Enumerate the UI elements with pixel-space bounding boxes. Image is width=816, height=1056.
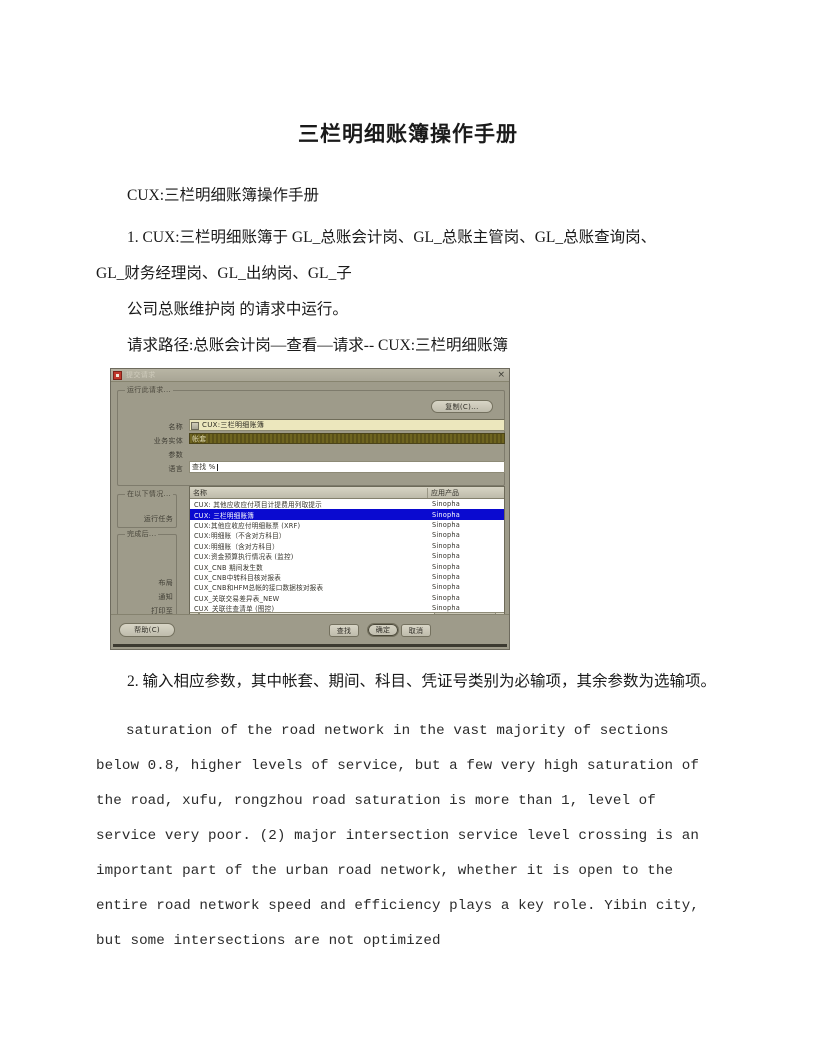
label-notify: 通知 [158,593,173,601]
english-line-4: service very poor. (2) major intersectio… [96,828,699,844]
lov-cell-name: CUX_CNB和HFM总帐的接口数据核对报表 [194,584,324,593]
help-button[interactable]: 帮助(C) [119,623,175,637]
lov-cell-product: Sinopha [432,583,461,592]
lov-cell-name: CUX: 其他应收应付项目计提费用列取提示 [194,501,322,510]
lov-row[interactable]: CUX:其他应收应付明细账票 (XRF) Sinopha [190,520,504,530]
oracle-app-icon [113,370,122,380]
list-of-values[interactable]: 名称 应用产品 CUX: 其他应收应付项目计提费用列取提示 Sinopha CUX:… [189,486,505,622]
cancel-button[interactable]: 取消 [401,624,431,637]
document-body: 三栏明细账簿操作手册 CUX:三栏明细账簿操作手册 1. CUX:三栏明细账簿于… [96,96,720,959]
label-parameters: 参数 [168,451,183,459]
english-line-6: entire road network speed and efficiency… [96,898,699,914]
lov-cell-product: Sinopha [432,531,461,540]
lov-cell-name: CUX:其他应收应付明细账票 (XRF) [194,521,301,530]
english-line-5: important part of the urban road network… [96,863,674,879]
find-input[interactable]: 查找 % [189,461,505,473]
document-page: 三栏明细账簿操作手册 CUX:三栏明细账簿操作手册 1. CUX:三栏明细账簿于… [0,0,816,1056]
english-line-7: but some intersections are not optimized [96,933,441,949]
lov-cell-name: CUX_关联交易差异表_NEW [194,594,280,603]
english-line-2: below 0.8, higher levels of service, but… [96,758,699,774]
lov-row[interactable]: CUX:明细账（含对方科目） Sinopha [190,541,504,551]
page-title: 三栏明细账簿操作手册 [298,123,518,146]
lov-cell-product: Sinopha [432,510,461,519]
find-label: 查找 [192,463,207,471]
paragraph-request-path: 请求路径:总账会计岗—查看—请求-- CUX:三栏明细账簿 [127,337,509,354]
find-button[interactable]: 查找 [329,624,359,637]
lov-cell-product: Sinopha [432,500,461,509]
lov-header-row: 名称 应用产品 [190,487,504,499]
dialog-status-bar [113,644,507,647]
lov-cell-name: CUX_CNB 期间发生数 [194,563,263,572]
english-line-3: the road, xufu, rongzhou road saturation… [96,793,656,809]
lov-row[interactable]: CUX_CNB 期间发生数 Sinopha [190,561,504,572]
name-input-value: CUX:三栏明细账簿 [202,421,265,429]
lov-row[interactable]: CUX: 其他应收应付项目计提费用列取提示 Sinopha [190,499,504,509]
lov-cell-product: Sinopha [432,572,461,581]
lov-cell-product: Sinopha [432,520,461,529]
lov-icon[interactable] [191,421,199,430]
dialog-titlebar: 提交请求 × [111,369,509,382]
lov-row[interactable]: CUX_CNB和HFM总帐的接口数据核对报表 Sinopha [190,582,504,592]
lov-row[interactable]: CUX: 三栏明细账簿 Sinopha [190,509,504,520]
lov-cell-product: Sinopha [432,541,461,550]
embedded-screenshot-submit-request: 提交请求 × 运行此请求... 复制(C)... 名称 CUX:三栏明细账簿 业… [110,368,510,650]
lov-cell-name: CUX: 三栏明细账簿 [194,511,255,520]
dialog-title: 提交请求 [126,371,156,379]
lov-cell-name: CUX:明细账（不含对方科目） [194,532,286,541]
english-line-1: saturation of the road network in the va… [126,723,669,739]
lov-cell-product: Sinopha [432,604,461,613]
lov-cell-product: Sinopha [432,552,461,561]
business-entity-input[interactable]: 帐套 [189,433,505,444]
group-run-this-request-legend: 运行此请求... [125,385,174,395]
paragraph-item1-line3: 公司总账维护岗 的请求中运行。 [127,301,348,318]
lov-row[interactable]: CUX_CNB中转科目核对报表 Sinopha [190,572,504,582]
lov-row[interactable]: CUX_关联交易差异表_NEW Sinopha [190,593,504,603]
close-icon[interactable]: × [497,370,507,380]
group-after-completion-legend: 完成后... [125,529,159,539]
dialog-canvas: 运行此请求... 复制(C)... 名称 CUX:三栏明细账簿 业务实体 帐套 … [111,382,509,649]
paragraph-item1-line2: GL_财务经理岗、GL_出纳岗、GL_子 [96,265,352,282]
lov-row[interactable]: CUX:资金预算执行情况表 (监控) Sinopha [190,551,504,561]
label-business-entity: 业务实体 [153,437,183,445]
business-entity-value: 帐套 [192,434,207,443]
lov-column-header-product[interactable]: 应用产品 [428,488,504,498]
copy-button[interactable]: 复制(C)... [431,400,493,413]
lov-cell-name: CUX_CNB中转科目核对报表 [194,573,282,582]
lov-rows: CUX: 其他应收应付项目计提费用列取提示 Sinopha CUX: 三栏明细账簿 S… [190,499,504,614]
doc-subtitle: CUX:三栏明细账簿操作手册 [127,187,320,204]
lov-cell-name: CUX:明细账（含对方科目） [194,542,279,551]
find-input-value: % [208,463,216,471]
label-language: 语言 [168,465,183,473]
lov-row[interactable]: CUX:明细账（不含对方科目） Sinopha [190,530,504,540]
english-paragraph: saturation of the road network in the va… [96,714,720,959]
text-cursor [216,463,218,471]
lov-column-header-name[interactable]: 名称 [190,487,428,498]
label-run-job: 运行任务 [143,515,173,523]
ok-button[interactable]: 确定 [367,623,399,637]
label-layout: 布局 [158,579,173,587]
name-input[interactable]: CUX:三栏明细账簿 [189,419,505,431]
lov-cell-product: Sinopha [432,593,461,602]
group-run-when-legend: 在以下情况... [125,489,174,499]
paragraph-item2: 2. 输入相应参数，其中帐套、期间、科目、凭证号类别为必输项，其余参数为选输项。 [127,673,717,690]
lov-cell-product: Sinopha [432,562,461,571]
paragraph-item1-line1: 1. CUX:三栏明细账簿于 GL_总账会计岗、GL_总账主管岗、GL_总账查询… [127,229,657,246]
label-name: 名称 [168,423,183,431]
lov-cell-name: CUX:资金预算执行情况表 (监控) [194,553,294,562]
